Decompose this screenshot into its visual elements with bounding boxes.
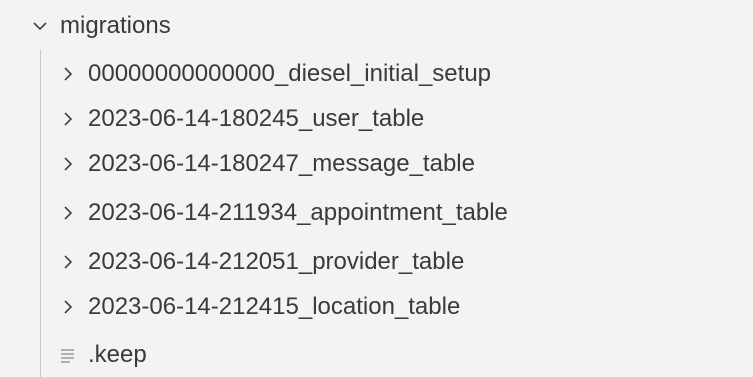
file-item-label: .keep xyxy=(88,341,147,368)
folder-item-label: 2023-06-14-180245_user_table xyxy=(88,105,425,132)
folder-item[interactable]: 2023-06-14-180247_message_table xyxy=(0,142,753,186)
chevron-right-icon[interactable] xyxy=(59,110,77,128)
file-explorer-tree: migrations 00000000000000_diesel_initial… xyxy=(0,0,753,377)
folder-item[interactable]: 2023-06-14-180245_user_table xyxy=(0,97,753,141)
chevron-right-icon[interactable] xyxy=(59,298,77,316)
folder-item-label: 2023-06-14-211934_appointment_table xyxy=(88,199,508,226)
chevron-down-icon[interactable] xyxy=(31,17,49,35)
folder-item-label: 2023-06-14-180247_message_table xyxy=(88,150,475,177)
chevron-right-icon[interactable] xyxy=(59,253,77,271)
folder-migrations[interactable]: migrations xyxy=(0,5,753,47)
chevron-right-icon[interactable] xyxy=(59,155,77,173)
folder-label: migrations xyxy=(60,12,171,39)
folder-item-label: 2023-06-14-212415_location_table xyxy=(88,293,461,320)
folder-item[interactable]: 2023-06-14-212415_location_table xyxy=(0,285,753,329)
folder-item[interactable]: 2023-06-14-211934_appointment_table xyxy=(0,191,753,235)
file-item[interactable]: .keep xyxy=(0,333,753,377)
chevron-right-icon[interactable] xyxy=(59,65,77,83)
folder-item-label: 2023-06-14-212051_provider_table xyxy=(88,248,465,275)
folder-item[interactable]: 00000000000000_diesel_initial_setup xyxy=(0,52,753,96)
chevron-right-icon[interactable] xyxy=(59,204,77,222)
file-lines-icon xyxy=(59,346,77,364)
folder-item-label: 00000000000000_diesel_initial_setup xyxy=(88,60,492,87)
folder-item[interactable]: 2023-06-14-212051_provider_table xyxy=(0,240,753,284)
